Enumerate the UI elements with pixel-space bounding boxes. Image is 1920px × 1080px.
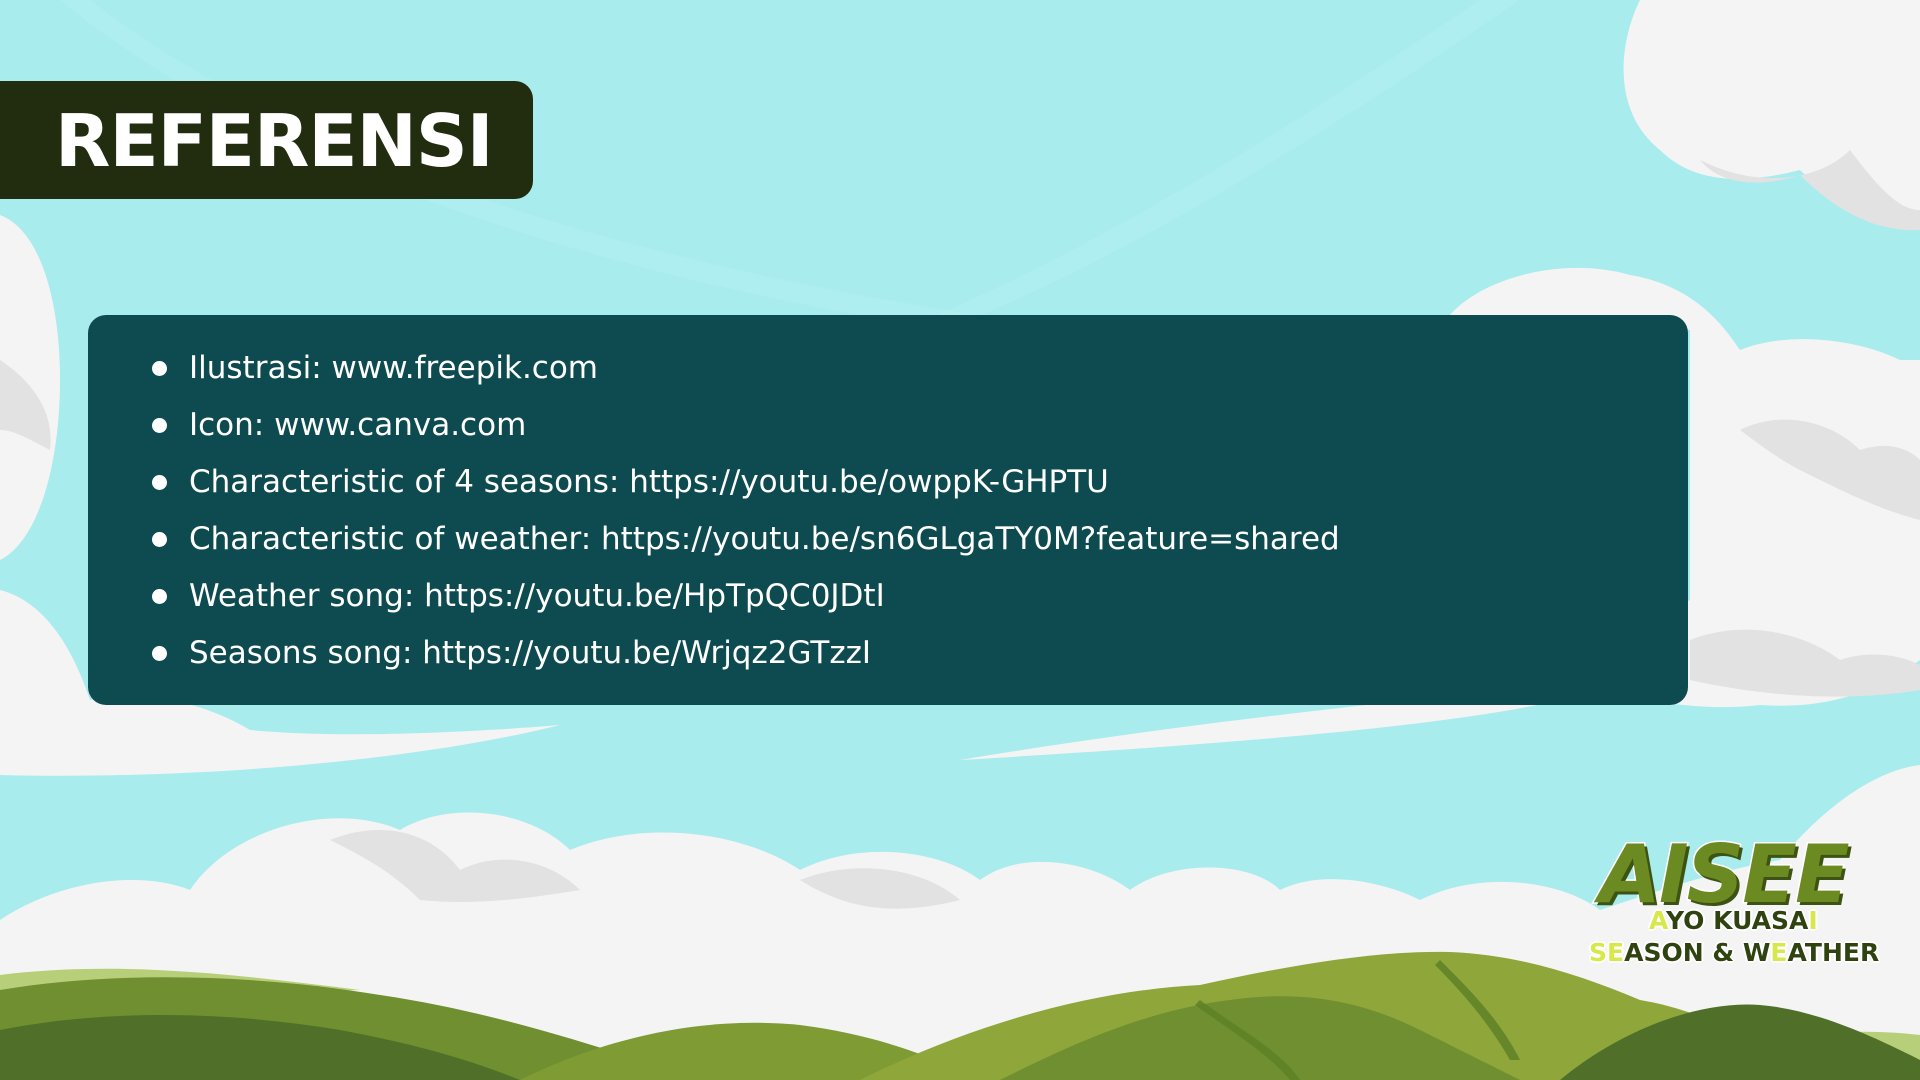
reference-text: Characteristic of weather: https://youtu… <box>189 521 1340 557</box>
reference-item: Characteristic of 4 seasons: https://you… <box>150 454 1340 511</box>
reference-text: Ilustrasi: www.freepik.com <box>189 350 599 386</box>
reference-text: Characteristic of 4 seasons: https://you… <box>189 464 1109 500</box>
logo-text: ATHER <box>1787 938 1880 967</box>
reference-text: Icon: www.canva.com <box>189 407 527 443</box>
bullet-icon <box>152 646 167 661</box>
slide-title: REFERENSI <box>55 99 494 183</box>
logo-text: YO KUASA <box>1665 906 1809 935</box>
logo-tagline-2: SEASON & WEATHER <box>1589 936 1879 970</box>
logo-accent: A <box>1649 906 1666 935</box>
aisee-logo: A I SE E AYO KUASAI SEASON & WEATHER <box>1585 830 1879 972</box>
references-list: Ilustrasi: www.freepik.com Icon: www.can… <box>150 340 1340 682</box>
logo-accent: I <box>1808 906 1818 935</box>
logo-tagline-1: AYO KUASAI <box>1649 904 1818 938</box>
bullet-icon <box>152 532 167 547</box>
bullet-icon <box>152 589 167 604</box>
logo-text: ASON & W <box>1624 938 1771 967</box>
reference-item: Weather song: https://youtu.be/HpTpQC0JD… <box>150 568 1340 625</box>
reference-item: Icon: www.canva.com <box>150 397 1340 454</box>
bullet-icon <box>152 475 167 490</box>
reference-item: Seasons song: https://youtu.be/Wrjqz2GTz… <box>150 625 1340 682</box>
reference-item: Characteristic of weather: https://youtu… <box>150 511 1340 568</box>
reference-text: Seasons song: https://youtu.be/Wrjqz2GTz… <box>189 635 872 671</box>
reference-item: Ilustrasi: www.freepik.com <box>150 340 1340 397</box>
logo-accent: E <box>1770 938 1788 967</box>
bullet-icon <box>152 361 167 376</box>
bullet-icon <box>152 418 167 433</box>
reference-text: Weather song: https://youtu.be/HpTpQC0JD… <box>189 578 885 614</box>
logo-accent: SE <box>1589 938 1625 967</box>
